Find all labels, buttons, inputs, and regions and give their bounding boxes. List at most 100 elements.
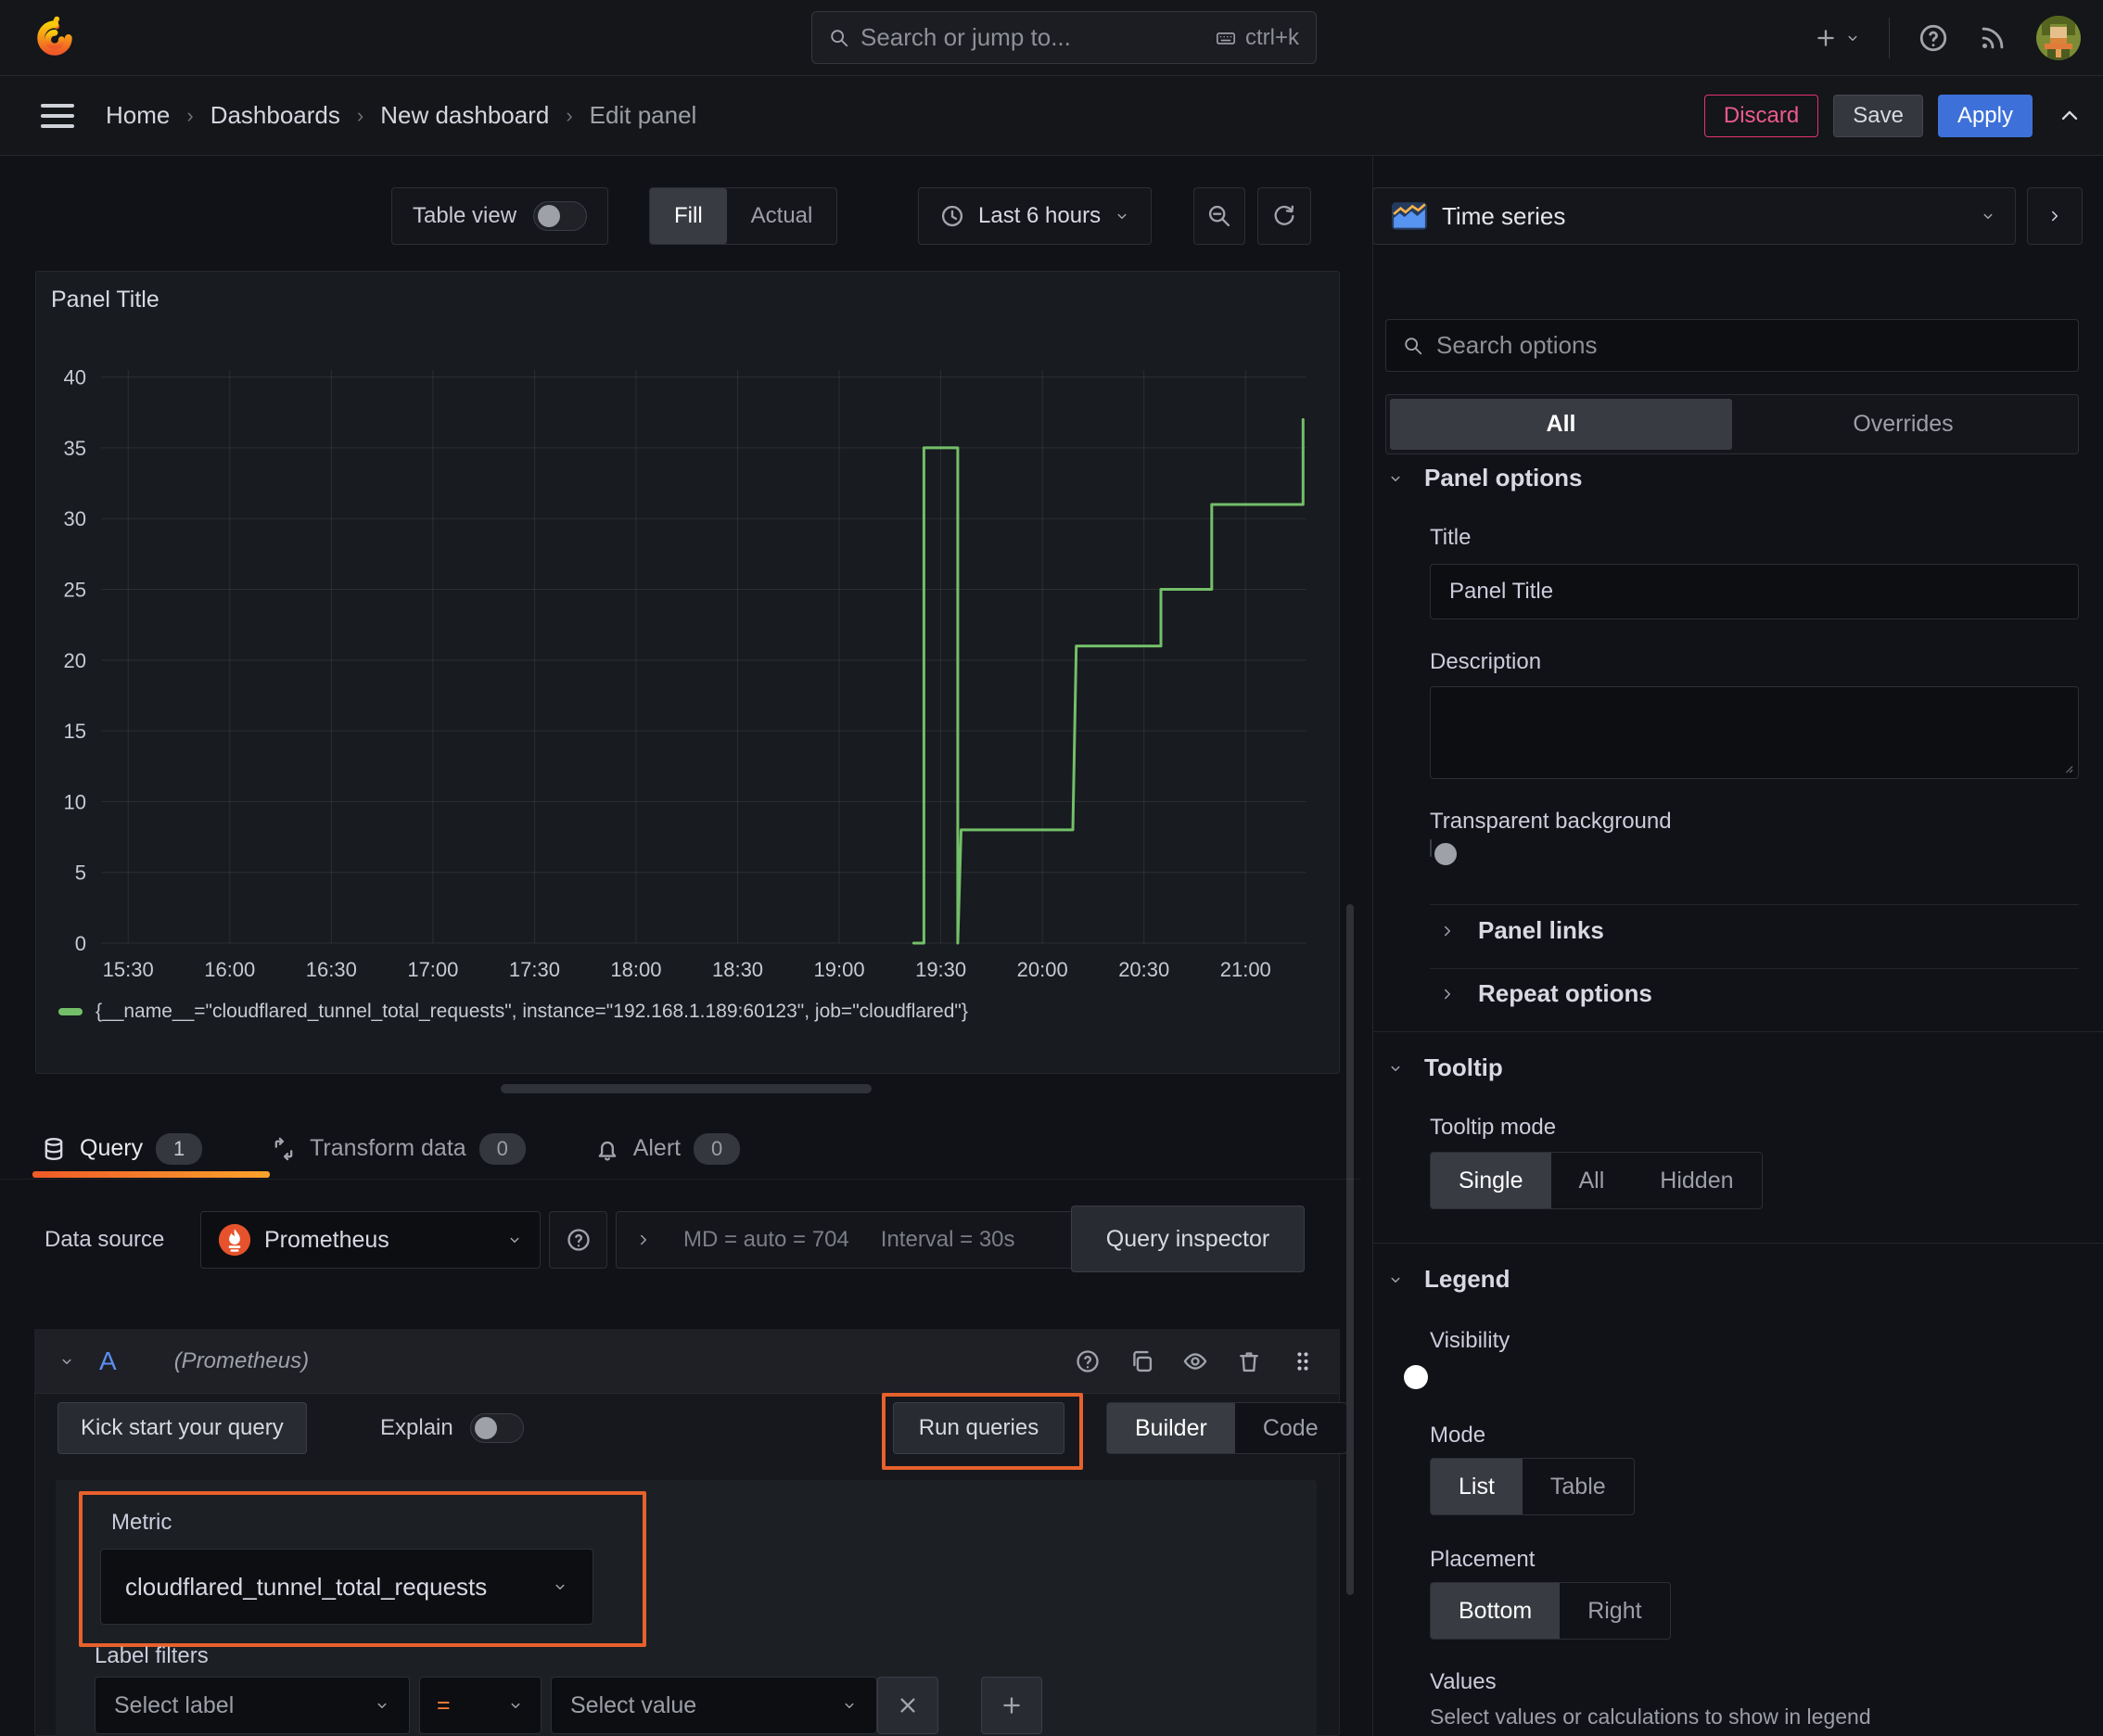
search-options-placeholder: Search options — [1436, 331, 1598, 359]
user-avatar[interactable] — [2036, 15, 2081, 60]
metric-label: Metric — [111, 1510, 172, 1535]
table-view-toggle[interactable] — [533, 201, 588, 231]
svg-text:16:30: 16:30 — [306, 958, 357, 981]
legend-placement-switch: Bottom Right — [1430, 1582, 1671, 1640]
refresh-icon — [1274, 205, 1294, 225]
search-placeholder: Search or jump to... — [860, 23, 1071, 51]
search-options-input[interactable]: Search options — [1385, 319, 2079, 372]
datasource-help-button[interactable] — [549, 1211, 607, 1269]
query-inspector-button[interactable]: Query inspector — [1071, 1206, 1305, 1272]
select-label-placeholder: Select label — [114, 1691, 235, 1718]
menu-toggle-button[interactable] — [41, 97, 74, 134]
chevron-right-icon: › — [566, 103, 573, 127]
query-help-icon[interactable] — [1075, 1348, 1101, 1374]
fill-option[interactable]: Fill — [650, 188, 727, 244]
refresh-button[interactable] — [1257, 187, 1311, 245]
transparent-background-toggle[interactable] — [1430, 839, 1457, 865]
delete-query-trash-icon[interactable] — [1236, 1348, 1262, 1374]
options-tabs: All Overrides — [1385, 394, 2079, 454]
metric-select[interactable]: cloudflared_tunnel_total_requests — [100, 1549, 593, 1625]
breadcrumb-dashboards[interactable]: Dashboards — [210, 101, 340, 130]
vertical-scrollbar[interactable] — [1346, 904, 1354, 1595]
select-label-dropdown[interactable]: Select label — [95, 1677, 410, 1734]
operator-dropdown[interactable]: = — [419, 1677, 542, 1734]
breadcrumb-home[interactable]: Home — [106, 101, 170, 130]
chevron-right-icon: › — [186, 103, 194, 127]
toggle-visibility-eye-icon[interactable] — [1182, 1348, 1208, 1374]
query-count-badge: 1 — [156, 1132, 203, 1165]
breadcrumb-new-dashboard[interactable]: New dashboard — [380, 101, 549, 130]
select-value-dropdown[interactable]: Select value — [551, 1677, 877, 1734]
resize-handle-icon[interactable] — [2058, 758, 2074, 774]
kick-start-query-button[interactable]: Kick start your query — [57, 1402, 307, 1454]
transform-count-badge: 0 — [478, 1132, 526, 1165]
panel-options-heading: Panel options — [1424, 464, 1583, 491]
panel-links-section-header[interactable]: Panel links — [1439, 916, 1604, 945]
tab-query[interactable]: Query 1 — [41, 1132, 203, 1165]
save-button[interactable]: Save — [1833, 94, 1923, 137]
grafana-logo[interactable] — [32, 15, 78, 66]
remove-filter-button[interactable] — [877, 1677, 938, 1734]
keyboard-icon — [1217, 32, 1235, 45]
add-filter-button[interactable] — [981, 1677, 1042, 1734]
collapse-chevron-down-icon[interactable] — [58, 1353, 75, 1370]
legend-placement-bottom[interactable]: Bottom — [1431, 1583, 1561, 1639]
query-ref-id: A — [99, 1346, 117, 1375]
news-rss-icon[interactable] — [1977, 22, 2008, 54]
actual-option[interactable]: Actual — [727, 188, 837, 244]
code-option[interactable]: Code — [1235, 1403, 1346, 1453]
legend-placement-right[interactable]: Right — [1560, 1583, 1669, 1639]
help-icon[interactable] — [1918, 22, 1949, 54]
chevron-down-icon — [510, 1237, 519, 1243]
discard-button[interactable]: Discard — [1703, 94, 1819, 137]
expand-chevron-right-icon[interactable] — [635, 1232, 652, 1248]
svg-text:30: 30 — [64, 507, 86, 530]
collapse-sidebar-button[interactable] — [2027, 187, 2083, 245]
description-textarea[interactable] — [1430, 686, 2079, 779]
new-menu-button[interactable] — [1813, 25, 1861, 51]
database-icon — [45, 1137, 63, 1160]
svg-text:25: 25 — [64, 579, 86, 602]
explain-label: Explain — [380, 1415, 453, 1440]
tab-all[interactable]: All — [1390, 399, 1732, 450]
global-search-input[interactable]: Search or jump to... ctrl+k — [811, 11, 1317, 64]
series-label[interactable]: {__name__="cloudflared_tunnel_total_requ… — [96, 1001, 968, 1023]
time-range-picker[interactable]: Last 6 hours — [918, 187, 1153, 245]
tooltip-section-header[interactable]: Tooltip — [1387, 1053, 1503, 1082]
query-row-header[interactable]: A (Prometheus) — [34, 1329, 1340, 1394]
duplicate-query-icon[interactable] — [1128, 1348, 1154, 1374]
chart-panel[interactable]: Panel Title 0 5 10 15 20 25 30 35 40 15:30 16:00 16… — [35, 271, 1340, 1074]
tooltip-mode-single[interactable]: Single — [1431, 1153, 1551, 1208]
legend-visibility-label: Visibility — [1430, 1328, 1510, 1353]
top-bar: Search or jump to... ctrl+k — [0, 0, 2103, 76]
tooltip-mode-hidden[interactable]: Hidden — [1632, 1153, 1761, 1208]
explain-toggle[interactable] — [469, 1413, 524, 1443]
panel-title-input[interactable] — [1430, 564, 2079, 619]
collapse-header-chevron-up-icon[interactable] — [2057, 103, 2083, 129]
panel-options-section-header[interactable]: Panel options — [1387, 464, 1582, 492]
visualization-picker[interactable]: Time series — [1372, 187, 2016, 245]
label-filters-label: Label filters — [95, 1643, 209, 1668]
tab-alert[interactable]: Alert 0 — [594, 1132, 741, 1165]
svg-text:16:00: 16:00 — [204, 958, 255, 981]
prometheus-icon — [218, 1223, 251, 1257]
builder-option[interactable]: Builder — [1107, 1403, 1235, 1453]
series-color-swatch — [58, 1008, 83, 1015]
apply-button[interactable]: Apply — [1937, 94, 2033, 137]
run-queries-button[interactable]: Run queries — [893, 1402, 1064, 1454]
tab-transform-data[interactable]: Transform data 0 — [271, 1132, 526, 1165]
chevron-down-icon — [377, 1703, 387, 1708]
legend-mode-table[interactable]: Table — [1523, 1459, 1634, 1514]
legend-mode-list[interactable]: List — [1431, 1459, 1523, 1514]
metric-value: cloudflared_tunnel_total_requests — [125, 1572, 488, 1601]
resize-drag-handle[interactable] — [501, 1084, 872, 1093]
svg-text:17:30: 17:30 — [509, 958, 560, 981]
zoom-out-button[interactable] — [1193, 187, 1245, 245]
repeat-options-section-header[interactable]: Repeat options — [1439, 979, 1652, 1008]
legend-section-header[interactable]: Legend — [1387, 1265, 1510, 1294]
search-shortcut: ctrl+k — [1216, 25, 1299, 51]
datasource-picker[interactable]: Prometheus — [200, 1211, 541, 1269]
tooltip-mode-all[interactable]: All — [1551, 1153, 1633, 1208]
drag-grip-icon[interactable] — [1290, 1348, 1316, 1374]
tab-overrides[interactable]: Overrides — [1732, 399, 2074, 450]
